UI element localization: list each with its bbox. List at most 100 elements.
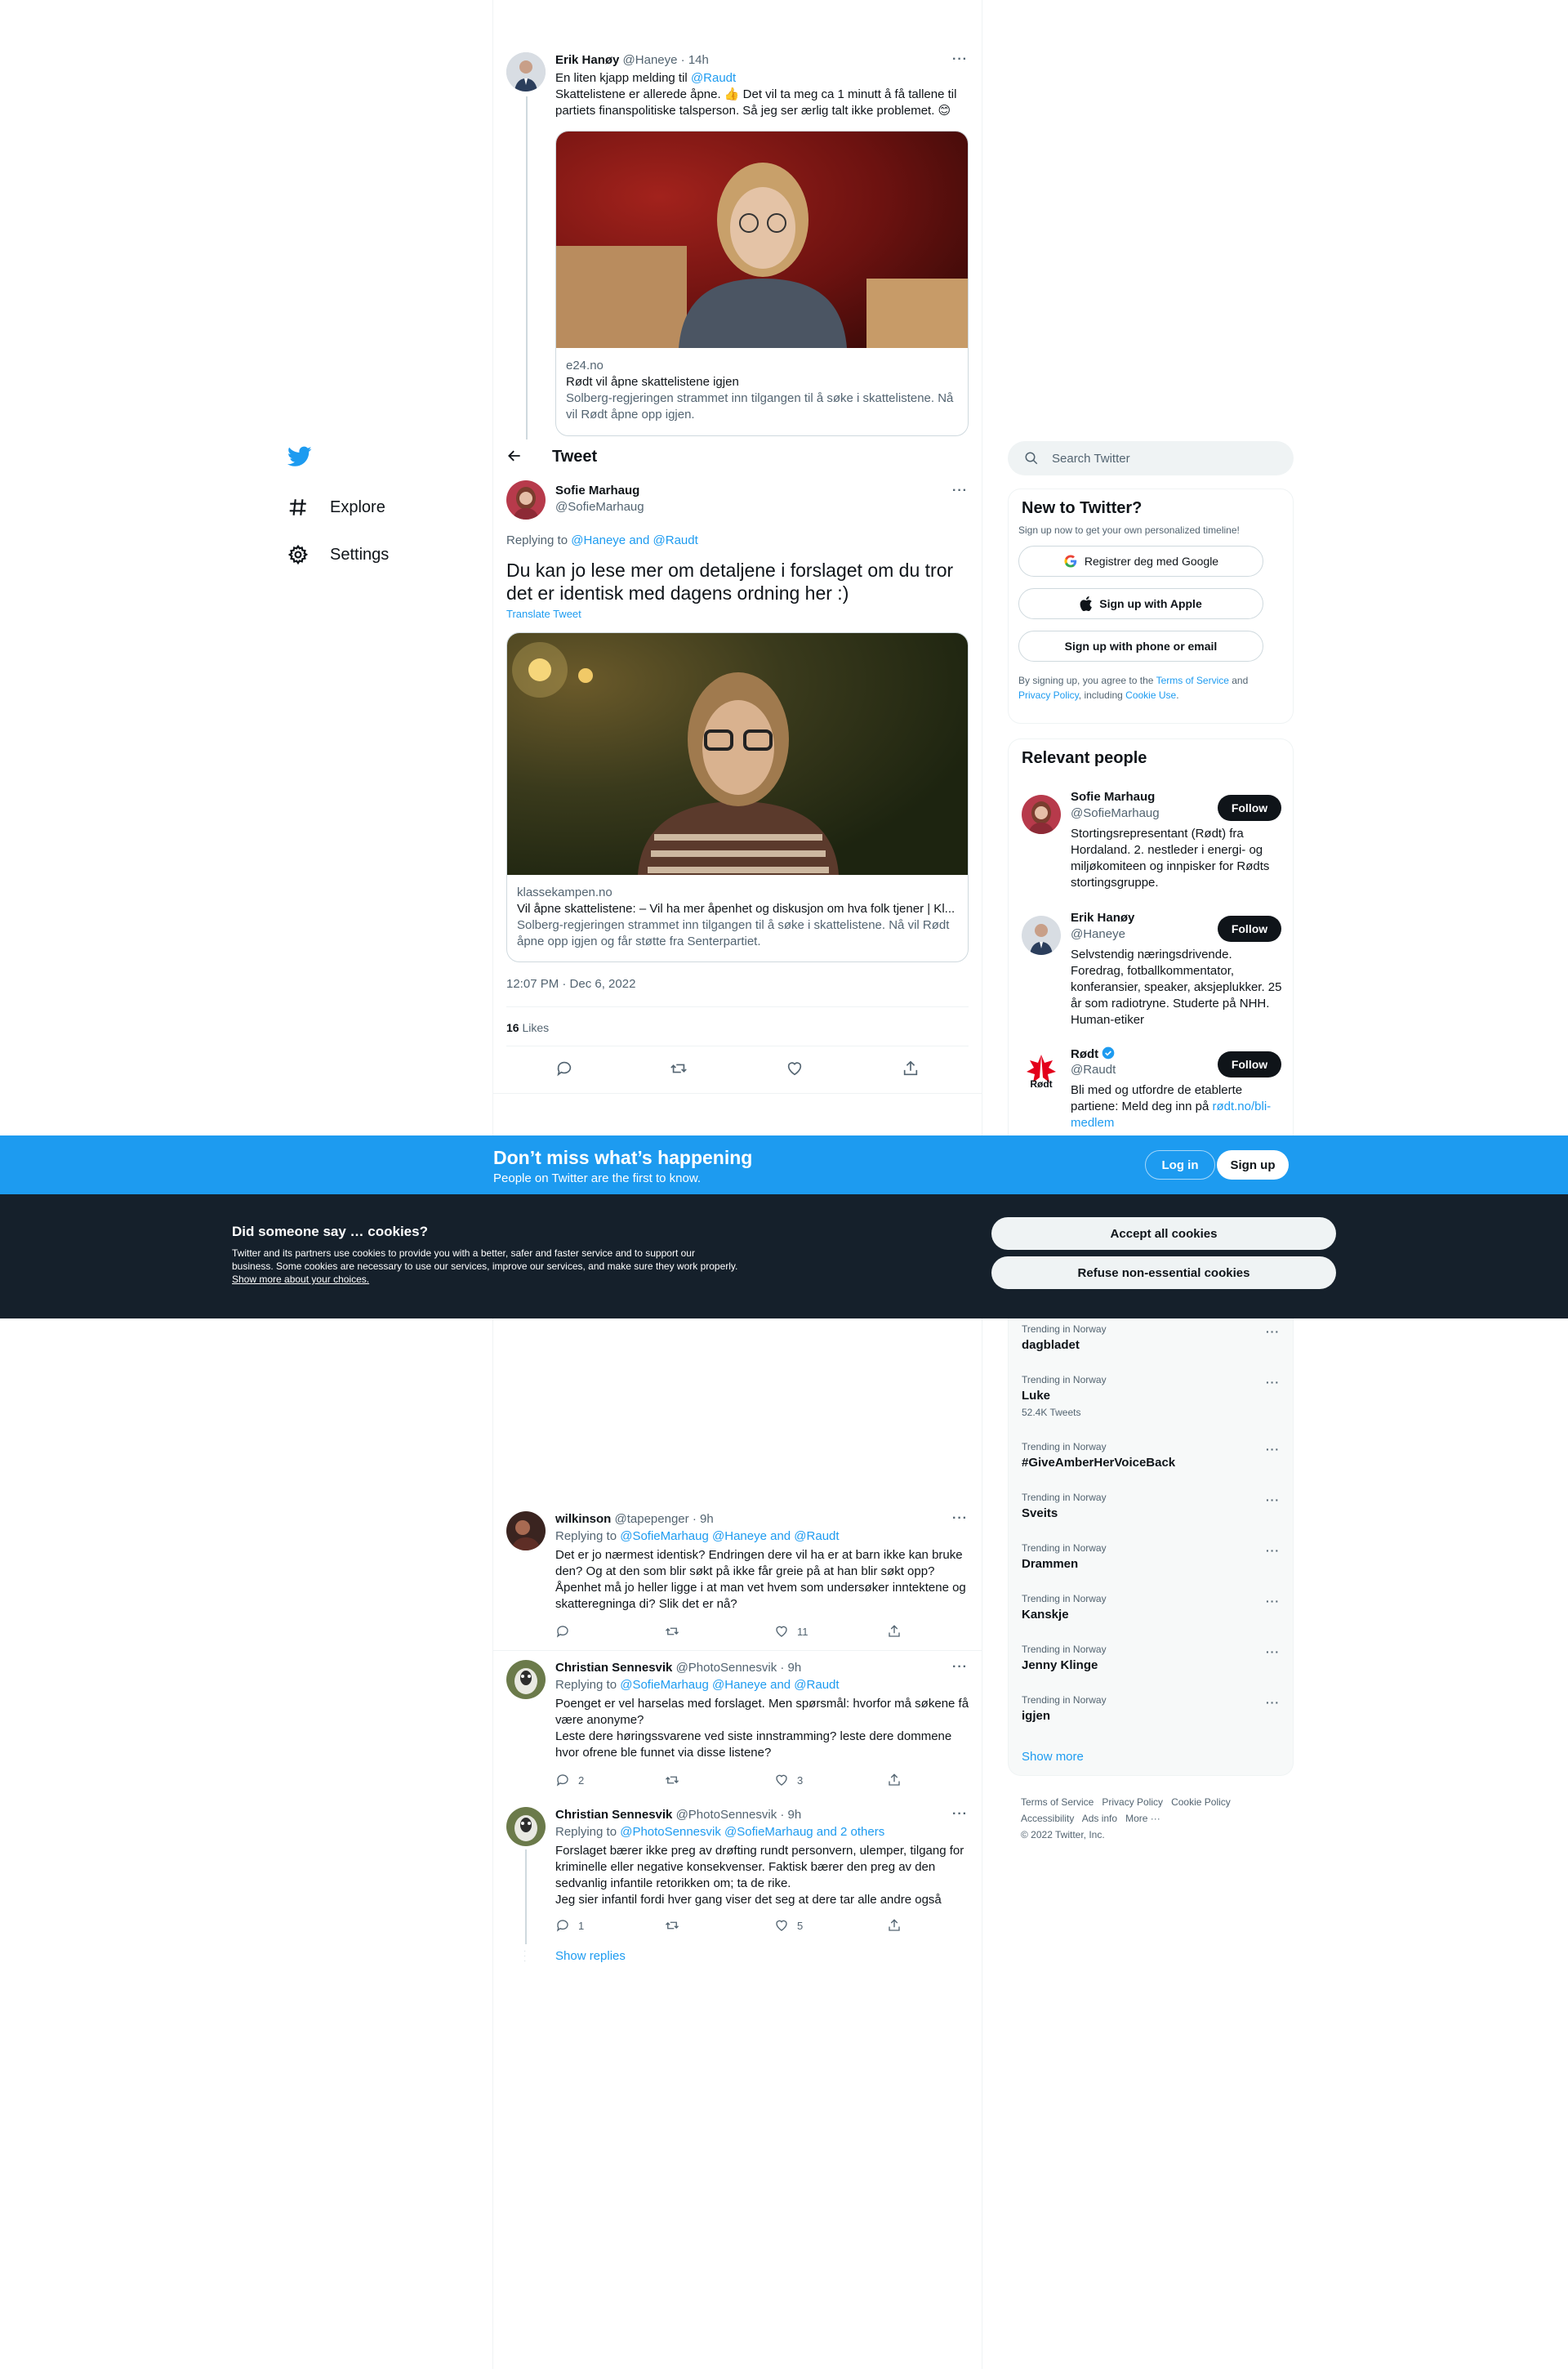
terms-privacy-link[interactable]: Privacy Policy	[1018, 689, 1079, 701]
reply-reply-button[interactable]	[555, 1624, 665, 1639]
reply-more-icon[interactable]: ···	[952, 1660, 968, 1675]
reply-replying-mentions[interactable]: @PhotoSennesvik @SofieMarhaug and 2 othe…	[620, 1825, 884, 1839]
signup-button[interactable]: Sign up	[1217, 1150, 1289, 1180]
reply-time[interactable]: · 9h	[693, 1512, 714, 1526]
main-share-icon[interactable]	[902, 1060, 920, 1082]
login-button[interactable]: Log in	[1145, 1150, 1215, 1180]
reply-time[interactable]: · 9h	[780, 1661, 801, 1675]
footer-accessibility-link[interactable]: Accessibility	[1021, 1813, 1074, 1824]
avatar-christian-sennesvik[interactable]	[506, 1660, 546, 1699]
parent-author-handle[interactable]: @Haneye	[623, 53, 678, 67]
person-name[interactable]: Erik Hanøy	[1071, 911, 1134, 925]
reply-like-button[interactable]: 11	[774, 1624, 887, 1639]
avatar-christian-sennesvik[interactable]	[506, 1807, 546, 1846]
person-handle[interactable]: @SofieMarhaug	[1071, 806, 1160, 820]
person-name-rodt[interactable]: Rødt	[1071, 1046, 1115, 1061]
translate-tweet-link[interactable]: Translate Tweet	[506, 608, 581, 620]
person-avatar-sofie[interactable]	[1022, 795, 1061, 834]
person-handle[interactable]: @Haneye	[1071, 927, 1125, 941]
trend-more-icon[interactable]: ···	[1266, 1595, 1280, 1608]
follow-button-rodt[interactable]: Follow	[1218, 1051, 1281, 1077]
main-tweet-timestamp[interactable]: 12:07 PM · Dec 6, 2022	[506, 977, 635, 991]
avatar-sofie-marhaug[interactable]	[506, 480, 546, 520]
trend-more-icon[interactable]: ···	[1266, 1325, 1280, 1338]
trend-more-icon[interactable]: ···	[1266, 1544, 1280, 1557]
search-box[interactable]: Search Twitter	[1008, 441, 1294, 475]
trend-more-icon[interactable]: ···	[1266, 1376, 1280, 1389]
reply-author-name[interactable]: wilkinson	[555, 1512, 611, 1526]
show-replies-link[interactable]: Show replies	[555, 1949, 626, 1963]
show-more-trends-link[interactable]: Show more	[1022, 1750, 1084, 1764]
person-avatar-rodt[interactable]: Rødt	[1022, 1051, 1061, 1091]
avatar-erik-hanoy[interactable]	[506, 52, 546, 91]
trend-item[interactable]: Trending in Norway #GiveAmberHerVoiceBac…	[1009, 1439, 1294, 1488]
main-like-icon[interactable]	[786, 1060, 804, 1082]
follow-button-erik[interactable]: Follow	[1218, 916, 1281, 942]
main-more-icon[interactable]: ···	[952, 484, 968, 498]
parent-link-card[interactable]: e24.no Rødt vil åpne skattelistene igjen…	[555, 131, 969, 436]
person-handle[interactable]: @Raudt	[1071, 1063, 1116, 1077]
google-signup-button[interactable]: Registrer deg med Google	[1018, 546, 1263, 577]
trend-more-icon[interactable]: ···	[1266, 1696, 1280, 1709]
reply-author-name[interactable]: Christian Sennesvik	[555, 1661, 672, 1675]
footer-privacy-link[interactable]: Privacy Policy	[1102, 1796, 1163, 1808]
trend-item[interactable]: Trending in Norway Sveits ···	[1009, 1490, 1294, 1539]
nav-settings[interactable]: Settings	[287, 544, 389, 565]
cookie-more-link[interactable]: Show more about your choices.	[232, 1274, 369, 1285]
avatar-wilkinson[interactable]	[506, 1511, 546, 1550]
main-retweet-icon[interactable]	[670, 1060, 688, 1082]
reply-author-handle[interactable]: @PhotoSennesvik	[676, 1808, 777, 1822]
likes-stat[interactable]: 16 Likes	[506, 1021, 549, 1034]
apple-signup-button[interactable]: Sign up with Apple	[1018, 588, 1263, 619]
reply-like-button[interactable]: 3	[774, 1773, 887, 1787]
trend-item[interactable]: Trending in Norway Drammen ···	[1009, 1541, 1294, 1590]
nav-explore[interactable]: Explore	[287, 497, 385, 518]
main-reply-icon[interactable]	[555, 1060, 573, 1082]
footer-tos-link[interactable]: Terms of Service	[1021, 1796, 1094, 1808]
footer-more-link[interactable]: More ···	[1125, 1813, 1160, 1824]
reply-time[interactable]: · 9h	[780, 1808, 801, 1822]
twitter-logo-icon[interactable]	[287, 446, 312, 471]
reply-more-icon[interactable]: ···	[952, 1511, 968, 1526]
follow-button-sofie[interactable]: Follow	[1218, 795, 1281, 821]
main-author-handle[interactable]: @SofieMarhaug	[555, 500, 644, 514]
trend-more-icon[interactable]: ···	[1266, 1645, 1280, 1658]
reply-share-button[interactable]	[887, 1773, 902, 1787]
reply-author-handle[interactable]: @tapepenger	[615, 1512, 689, 1526]
trend-item[interactable]: Trending in Norway Kanskje ···	[1009, 1591, 1294, 1640]
person-name[interactable]: Sofie Marhaug	[1071, 790, 1155, 804]
reply-reply-button[interactable]: 1	[555, 1918, 665, 1933]
accept-cookies-button[interactable]: Accept all cookies	[991, 1217, 1336, 1250]
main-link-card[interactable]: klassekampen.no Vil åpne skattelistene: …	[506, 632, 969, 962]
reply-share-button[interactable]	[887, 1918, 902, 1933]
trend-item[interactable]: Trending in Norway igjen ···	[1009, 1693, 1294, 1742]
parent-tweet-time[interactable]: · 14h	[681, 53, 709, 67]
reply-retweet-button[interactable]	[665, 1773, 774, 1787]
footer-ads-link[interactable]: Ads info	[1082, 1813, 1117, 1824]
person-avatar-erik[interactable]	[1022, 916, 1061, 955]
reply-replying-mentions[interactable]: @SofieMarhaug @Haneye and @Raudt	[620, 1529, 839, 1543]
person-rodt[interactable]: Rødt Rødt @Raudt Follow Bli med og utfor…	[1009, 1045, 1294, 1136]
back-arrow-icon[interactable]	[506, 448, 523, 468]
trend-item[interactable]: Trending in Norway Luke 52.4K Tweets ···	[1009, 1372, 1294, 1438]
reply-retweet-button[interactable]	[665, 1918, 774, 1933]
trend-more-icon[interactable]: ···	[1266, 1443, 1280, 1456]
reply-reply-button[interactable]: 2	[555, 1773, 665, 1787]
phone-signup-button[interactable]: Sign up with phone or email	[1018, 631, 1263, 662]
reply-author-handle[interactable]: @PhotoSennesvik	[676, 1661, 777, 1675]
main-author-name[interactable]: Sofie Marhaug	[555, 484, 639, 497]
parent-mention-raudt[interactable]: @Raudt	[691, 71, 736, 85]
person-erik[interactable]: Erik Hanøy @Haneye Follow Selvstendig næ…	[1009, 909, 1294, 1040]
parent-more-icon[interactable]: ···	[952, 52, 968, 67]
trend-item[interactable]: Trending in Norway Jenny Klinge ···	[1009, 1642, 1294, 1691]
reply-author-name[interactable]: Christian Sennesvik	[555, 1808, 672, 1822]
reply-retweet-button[interactable]	[665, 1624, 774, 1639]
reply-like-button[interactable]: 5	[774, 1918, 887, 1933]
trend-more-icon[interactable]: ···	[1266, 1493, 1280, 1506]
main-replying-mentions[interactable]: @Haneye and @Raudt	[571, 533, 698, 547]
trend-item[interactable]: Trending in Norway dagbladet ···	[1009, 1322, 1294, 1371]
refuse-cookies-button[interactable]: Refuse non-essential cookies	[991, 1256, 1336, 1289]
person-sofie[interactable]: Sofie Marhaug @SofieMarhaug Follow Stort…	[1009, 788, 1294, 903]
reply-replying-mentions[interactable]: @SofieMarhaug @Haneye and @Raudt	[620, 1678, 839, 1692]
terms-tos-link[interactable]: Terms of Service	[1156, 675, 1229, 686]
